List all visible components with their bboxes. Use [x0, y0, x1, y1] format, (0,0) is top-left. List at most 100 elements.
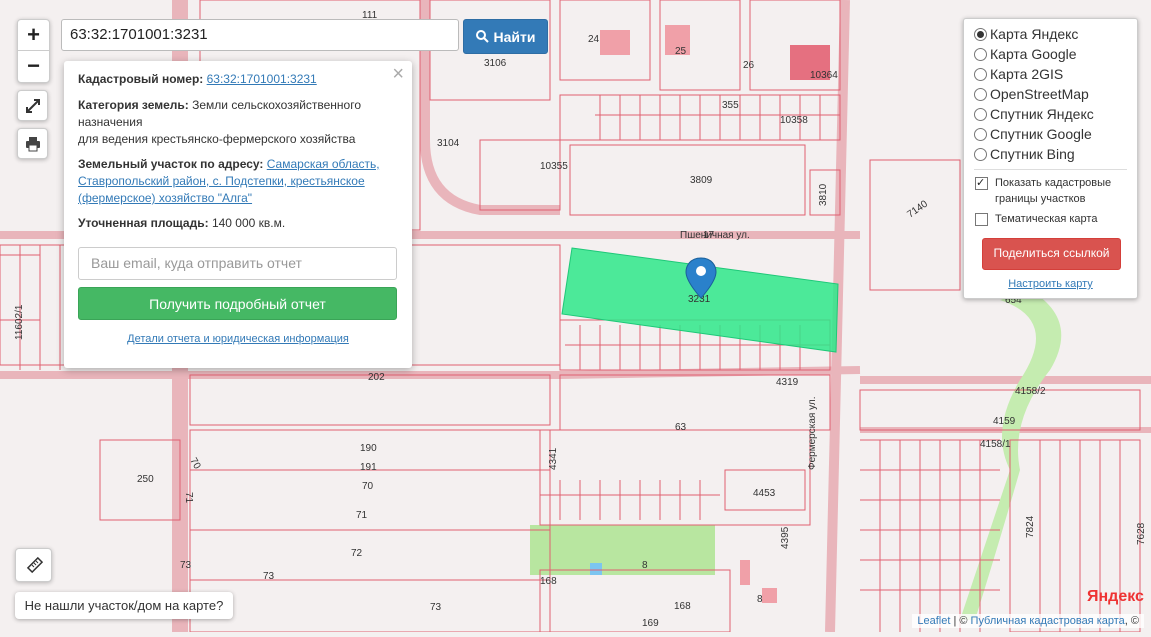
area-label: Уточненная площадь:: [78, 216, 209, 230]
svg-text:8: 8: [642, 560, 648, 571]
svg-text:4158/1: 4158/1: [980, 439, 1011, 450]
report-details-link[interactable]: Детали отчета и юридическая информация: [64, 333, 412, 345]
svg-text:3809: 3809: [690, 175, 713, 186]
svg-text:17: 17: [703, 230, 715, 241]
layer-option-label: Спутник Bing: [990, 146, 1075, 162]
layer-option[interactable]: Спутник Google: [974, 126, 1092, 142]
yandex-logo: Яндекс: [1087, 588, 1144, 605]
radio-button[interactable]: [974, 47, 987, 61]
svg-text:250: 250: [137, 474, 154, 485]
divider: [974, 169, 1127, 170]
radio-button[interactable]: [974, 127, 987, 141]
layer-option-label: OpenStreetMap: [990, 86, 1089, 102]
show-borders-checkbox[interactable]: [975, 175, 988, 191]
zoom-in-button[interactable]: +: [18, 20, 49, 51]
svg-text:71: 71: [356, 510, 368, 521]
svg-text:63: 63: [675, 422, 687, 433]
setup-map-link[interactable]: Настроить карту: [964, 278, 1137, 290]
expand-icon: [25, 98, 40, 113]
svg-text:4319: 4319: [776, 377, 799, 388]
layer-option[interactable]: Карта Google: [974, 46, 1077, 62]
print-button[interactable]: [17, 128, 48, 159]
parcel-info-popup: × Кадастровый номер: 63:32:1701001:3231 …: [64, 61, 412, 368]
svg-text:25: 25: [675, 46, 687, 57]
svg-text:Фермерская ул.: Фермерская ул.: [807, 397, 818, 470]
search-input[interactable]: 63:32:1701001:3231: [61, 19, 459, 51]
svg-text:168: 168: [540, 576, 557, 587]
share-link-button[interactable]: Поделиться ссылкой: [982, 238, 1121, 270]
svg-text:4159: 4159: [993, 416, 1016, 427]
svg-text:73: 73: [430, 602, 442, 613]
email-field[interactable]: Ваш email, куда отправить отчет: [78, 247, 397, 280]
map-layers-panel: Карта Яндекс Карта Google Карта 2GIS OpenSt…: [963, 18, 1138, 299]
thematic-option[interactable]: Тематическая карта: [975, 211, 1097, 227]
svg-text:168: 168: [674, 601, 691, 612]
radio-button[interactable]: [974, 107, 987, 121]
cadastral-label: Кадастровый номер:: [78, 72, 204, 86]
radio-button[interactable]: [974, 87, 987, 101]
zoom-out-button[interactable]: −: [18, 51, 49, 81]
svg-text:10364: 10364: [810, 70, 838, 81]
layer-option[interactable]: Спутник Яндекс: [974, 106, 1094, 122]
radio-button[interactable]: [974, 27, 987, 41]
area-value: 140 000 кв.м.: [211, 216, 286, 230]
not-found-button[interactable]: Не нашли участок/дом на карте?: [15, 592, 233, 619]
cadastral-link[interactable]: 63:32:1701001:3231: [207, 72, 317, 86]
svg-text:3104: 3104: [437, 138, 460, 149]
svg-text:Пшеничная ул.: Пшеничная ул.: [680, 230, 750, 241]
usage-value: для ведения крестьянско-фермерского хозя…: [78, 132, 356, 146]
layer-option-label: Карта 2GIS: [990, 66, 1064, 82]
svg-text:10358: 10358: [780, 115, 808, 126]
svg-text:73: 73: [263, 571, 275, 582]
leaflet-link[interactable]: Leaflet: [917, 615, 950, 627]
thematic-label: Тематическая карта: [995, 213, 1098, 225]
svg-text:26: 26: [743, 60, 755, 71]
radio-button[interactable]: [974, 147, 987, 161]
layer-option-label: Карта Яндекс: [990, 26, 1079, 42]
printer-icon: [25, 136, 40, 151]
attribution: Leaflet | © Публичная кадастровая карта,…: [912, 614, 1144, 628]
ruler-icon: [26, 556, 43, 574]
svg-text:191: 191: [360, 462, 377, 473]
find-button[interactable]: Найти: [463, 19, 548, 54]
get-report-button[interactable]: Получить подробный отчет: [78, 287, 397, 320]
svg-text:7628: 7628: [1136, 522, 1147, 545]
address-row: Земельный участок по адресу: Самарская о…: [78, 156, 396, 207]
svg-text:202: 202: [368, 372, 385, 383]
svg-text:169: 169: [642, 618, 659, 629]
svg-text:71: 71: [183, 492, 194, 504]
svg-text:73: 73: [180, 560, 192, 571]
layer-option-label: Спутник Яндекс: [990, 106, 1094, 122]
layer-option[interactable]: Карта Яндекс: [974, 26, 1078, 42]
svg-text:10355: 10355: [540, 161, 568, 172]
svg-text:4341: 4341: [548, 447, 559, 470]
svg-text:3106: 3106: [484, 58, 507, 69]
cadastral-map-link[interactable]: Публичная кадастровая карта: [971, 615, 1125, 627]
category-label: Категория земель:: [78, 98, 189, 112]
show-borders-label: Показать кадастровые границы участков: [995, 177, 1112, 205]
layer-option[interactable]: OpenStreetMap: [974, 86, 1089, 102]
zoom-control: + −: [17, 19, 50, 83]
ruler-button[interactable]: [15, 548, 52, 582]
thematic-checkbox[interactable]: [975, 213, 988, 226]
svg-text:4453: 4453: [753, 488, 776, 499]
svg-text:4395: 4395: [780, 526, 791, 549]
svg-text:70: 70: [362, 481, 374, 492]
fullscreen-button[interactable]: [17, 90, 48, 121]
address-label: Земельный участок по адресу:: [78, 157, 264, 171]
svg-text:24: 24: [588, 34, 600, 45]
show-borders-option[interactable]: Показать кадастровые границы участков: [975, 175, 1137, 207]
svg-text:11602/1: 11602/1: [14, 304, 25, 340]
layer-option-label: Спутник Google: [990, 126, 1092, 142]
layer-option[interactable]: Спутник Bing: [974, 146, 1075, 162]
find-button-label: Найти: [493, 28, 536, 45]
svg-text:4158/2: 4158/2: [1015, 386, 1046, 397]
attribution-suffix: , ©: [1124, 615, 1139, 627]
search-input-value: 63:32:1701001:3231: [70, 26, 208, 43]
search-icon: [475, 30, 489, 43]
radio-button[interactable]: [974, 67, 987, 81]
attribution-separator: | ©: [950, 615, 971, 627]
layer-option[interactable]: Карта 2GIS: [974, 66, 1063, 82]
svg-text:3810: 3810: [818, 183, 829, 206]
svg-text:190: 190: [360, 443, 377, 454]
